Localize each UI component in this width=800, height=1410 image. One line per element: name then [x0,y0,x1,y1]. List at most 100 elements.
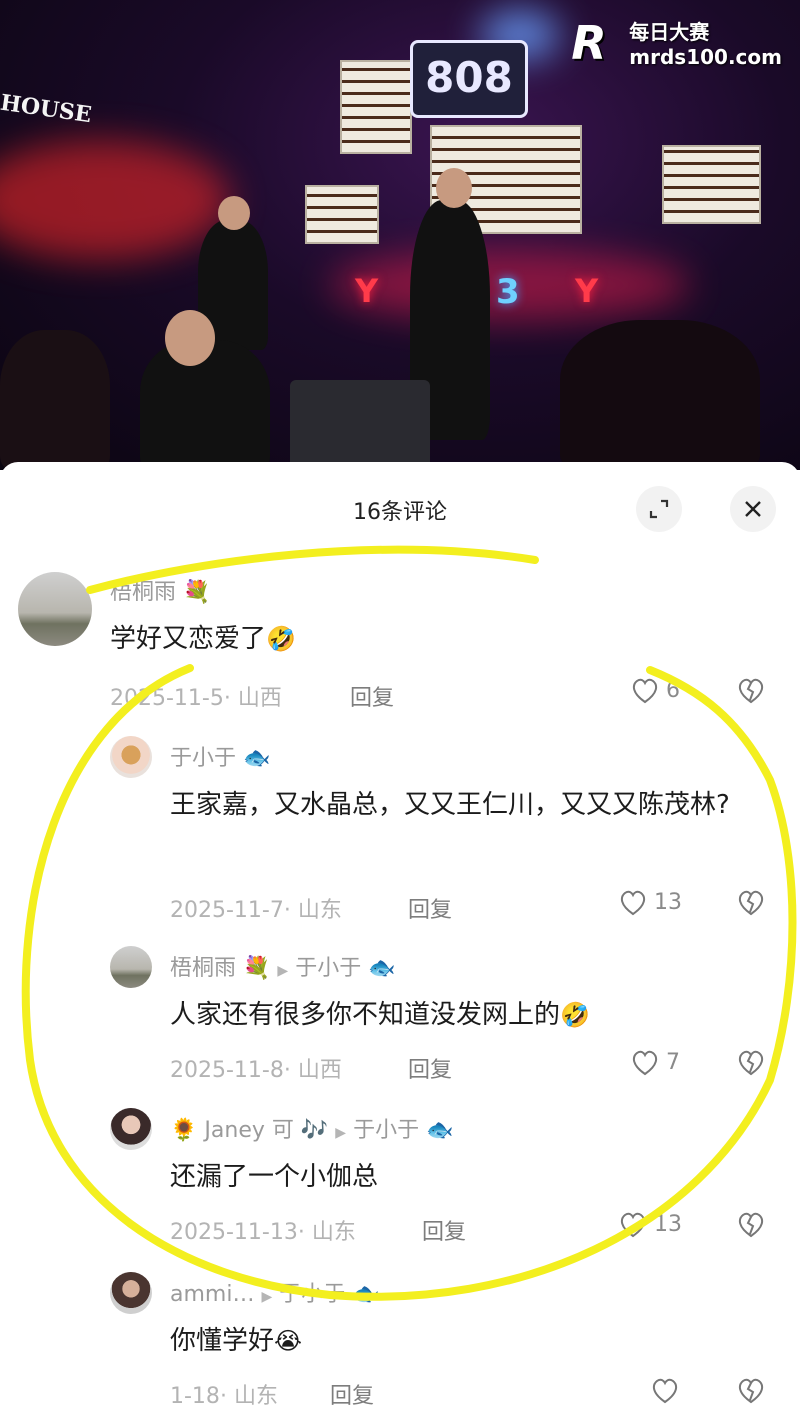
comment-region: 山东 [233,1384,278,1409]
laugh-cry-emoji: 🤣 [560,1001,590,1029]
comment-item: 梧桐雨 💐 学好又恋爱了🤣 2025-11-5· 山西 回复 6 [0,562,800,722]
comment-author[interactable]: 于小于 🐟 [170,740,270,772]
reply-arrow-icon: ▶ [335,1125,347,1141]
audience-left [0,330,110,470]
comment-meta: 2025-11-13· 山东 [170,1220,356,1245]
heart-icon [632,678,658,704]
close-button[interactable] [730,486,776,532]
comment-text: 你懂学好😭 [170,1316,302,1366]
author-name: 梧桐雨 [170,956,237,981]
like-count: 13 [654,1211,682,1237]
broken-heart-icon [738,678,764,704]
song-board-small [305,185,379,244]
watermark: R 每日大赛 mrds100.com [571,15,782,70]
watermark-logo: R [571,15,607,70]
comment-text-content: 你懂学好 [170,1326,275,1356]
house-neon-sign: HOUSE [0,89,94,129]
neon-letter-right: Y [575,272,599,310]
dislike-button[interactable] [736,1376,766,1404]
reply-to-emoji: 🐟 [368,956,396,981]
broken-heart-icon [738,890,764,916]
reply-button[interactable]: 回复 [330,1378,374,1410]
comment-reply: 于小于 🐟 王家嘉，又水晶总，又又王仁川，又又又陈茂林? 2025-11-7· … [0,732,800,932]
comment-reply: ammi… ▶ 于小于 🐟 你懂学好😭 1-18· 山东 回复 [0,1268,800,1409]
like-button[interactable]: 6 [630,676,680,704]
video-frame[interactable]: 808 HOUSE Y 3 Y R 每日大赛 mrds100.com [0,0,800,470]
author-name: 于小于 [170,746,237,771]
comment-region: 山西 [297,1058,342,1083]
broken-heart-icon [738,1212,764,1238]
expand-button[interactable] [636,486,682,532]
performer-left-head [218,196,250,230]
comment-date: 2025-11-7 [170,898,284,923]
comment-author[interactable]: 梧桐雨 💐 [110,574,210,606]
comment-author[interactable]: ammi… ▶ 于小于 🐟 [170,1276,380,1308]
close-icon [745,501,761,517]
comment-author[interactable]: 梧桐雨 💐 ▶ 于小于 🐟 [170,950,396,982]
comment-meta: 2025-11-8· 山西 [170,1058,342,1083]
like-button[interactable]: 7 [630,1048,680,1076]
comment-region: 山东 [311,1220,356,1245]
broken-heart-icon [738,1050,764,1076]
author-name: 梧桐雨 [110,580,177,605]
heart-icon [620,890,646,916]
reply-arrow-icon: ▶ [277,963,289,979]
avatar[interactable] [110,736,152,778]
like-button[interactable] [650,1376,680,1404]
comment-reply: 梧桐雨 💐 ▶ 于小于 🐟 人家还有很多你不知道没发网上的🤣 2025-11-8… [0,942,800,1084]
reply-button[interactable]: 回复 [408,1052,452,1084]
song-board-left [340,60,412,154]
author-emoji: 💐 [183,580,211,605]
comment-text: 还漏了一个小伽总 [170,1162,379,1192]
comment-date: 2025-11-13 [170,1220,298,1245]
comment-meta: 2025-11-7· 山东 [170,898,342,923]
comment-author[interactable]: 🌻 Janey 可 🎶 ▶ 于小于 🐟 [170,1112,453,1144]
dislike-button[interactable] [736,676,766,704]
comment-reply: 🌻 Janey 可 🎶 ▶ 于小于 🐟 还漏了一个小伽总 2025-11-13·… [0,1104,800,1246]
author-emoji: 🐟 [243,746,271,771]
comment-meta: 2025-11-5· 山西 [110,686,282,711]
comment-meta: 1-18· 山东 [170,1384,278,1409]
dislike-button[interactable] [736,1048,766,1076]
music-notes-emoji: 🎶 [300,1118,329,1143]
dislike-button[interactable] [736,1210,766,1238]
author-emoji: 💐 [243,956,271,981]
red-light-glow [0,140,230,260]
heart-icon [620,1212,646,1238]
avatar[interactable] [110,1272,152,1314]
watermark-brand: 每日大赛 [629,20,710,44]
reply-arrow-icon: ▶ [261,1289,273,1305]
like-count: 7 [666,1049,680,1075]
heart-icon [652,1378,678,1404]
neon-number: 3 [496,272,520,312]
comment-date: 2025-11-8 [170,1058,284,1083]
avatar[interactable] [110,946,152,988]
watermark-url: mrds100.com [629,45,782,69]
reply-button[interactable]: 回复 [422,1214,466,1246]
reply-to-name: 于小于 [295,956,362,981]
comment-date: 2025-11-5 [110,686,224,711]
sunflower-emoji: 🌻 [170,1118,198,1143]
performer-center-head [436,168,472,208]
like-button[interactable]: 13 [618,888,682,916]
crying-emoji: 😭 [274,1327,303,1355]
expand-icon [649,499,669,519]
avatar[interactable] [18,572,92,646]
song-board-right [662,145,761,224]
audience-right [560,320,760,470]
panel-header: 16条评论 [0,462,800,552]
dislike-button[interactable] [736,888,766,916]
reply-to-name: 于小于 [279,1282,346,1307]
broken-heart-icon [738,1378,764,1404]
audience-member-head [165,310,215,366]
reply-button[interactable]: 回复 [350,680,394,712]
avatar[interactable] [110,1108,152,1150]
like-button[interactable]: 13 [618,1210,682,1238]
author-name: ammi… [170,1282,255,1307]
reply-to-name: 于小于 [353,1118,420,1143]
reply-button[interactable]: 回复 [408,892,452,924]
comment-text-content: 学好又恋爱了 [110,624,267,654]
comment-text-content: 人家还有很多你不知道没发网上的 [170,1000,561,1030]
comment-region: 山西 [237,686,282,711]
comment-date: 1-18 [170,1384,220,1409]
